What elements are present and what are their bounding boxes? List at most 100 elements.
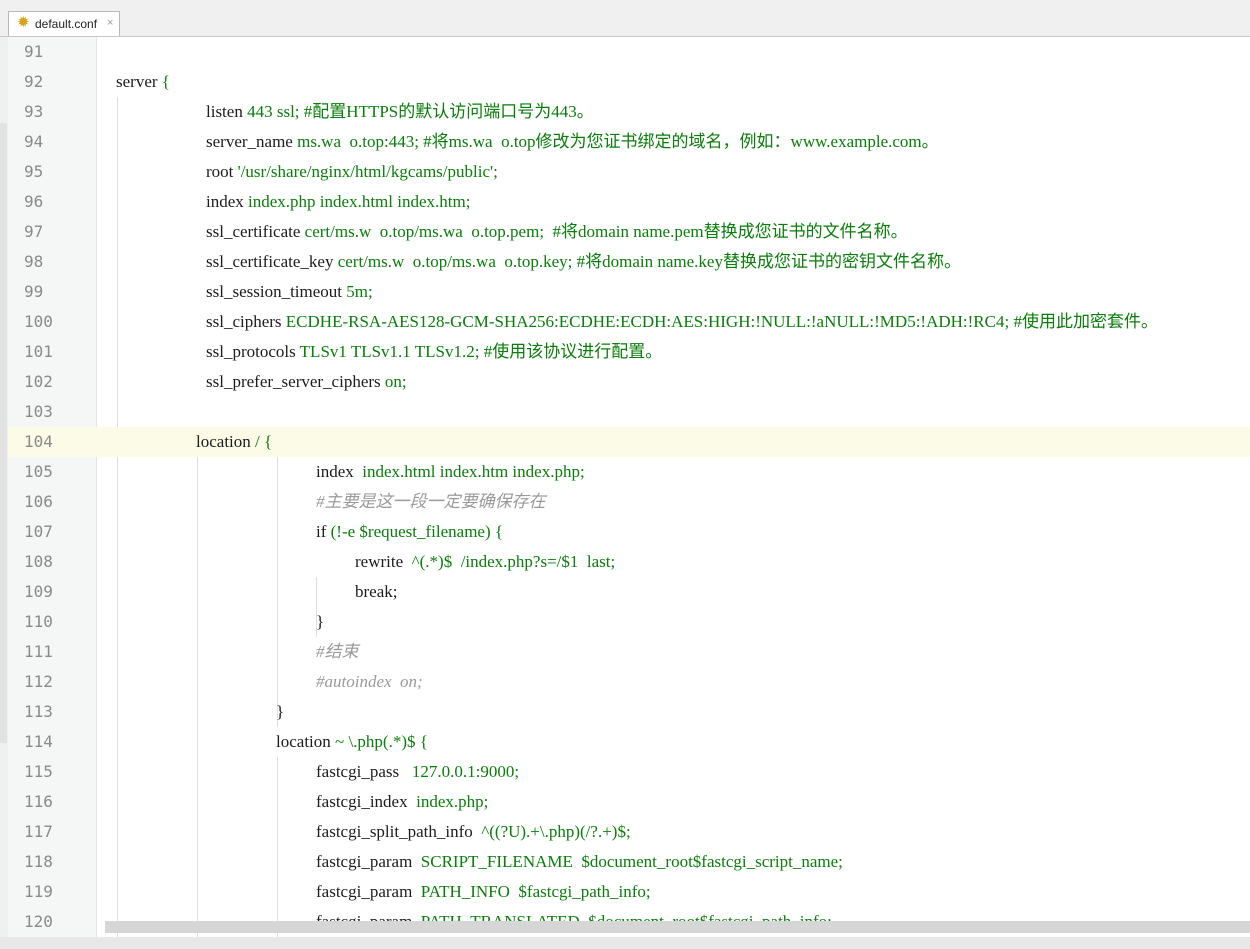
tab-default-conf[interactable]: ✹ default.conf × [8, 11, 120, 36]
value: 5m; [346, 282, 373, 301]
tab-label: default.conf [35, 17, 98, 31]
directive: ssl_certificate [206, 222, 305, 241]
code-line[interactable]: 117 fastcgi_split_path_info ^((?U).+\.php… [8, 817, 1250, 847]
line-number: 113 [24, 702, 53, 721]
directive: index [316, 462, 363, 481]
code-text: #autoindex on; [316, 667, 423, 697]
value: index.php index.html index.htm; [248, 192, 471, 211]
directive: listen [206, 102, 248, 121]
code-text: fastcgi_split_path_info ^((?U).+\.php)(/… [316, 817, 631, 847]
code-line[interactable]: 98 ssl_certificate_key cert/ms.w o.top/ms… [8, 247, 1250, 277]
code-line[interactable]: 92 server { [8, 67, 1250, 97]
value: on; [384, 372, 407, 391]
code-line[interactable]: 106 #主要是这一段一定要确保存在 [8, 487, 1250, 517]
directive: ssl_session_timeout [206, 282, 347, 301]
line-number: 117 [24, 822, 53, 841]
code-line[interactable]: 108 rewrite ^(.*)$ /index.php?s=/$1 last; [8, 547, 1250, 577]
code-line[interactable]: 116 fastcgi_index index.php; [8, 787, 1250, 817]
value: ms.wa o.top:443; #将ms.wa o.top修改为您证书绑定的域… [297, 132, 939, 151]
comment: #主要是这一段一定要确保存在 [316, 492, 546, 511]
code-text: #主要是这一段一定要确保存在 [316, 487, 546, 517]
code-editor[interactable]: 91 92 server {93 listen 443 ssl; #配置HTTPS的默… [8, 37, 1250, 937]
code-line[interactable]: 93 listen 443 ssl; #配置HTTPS的默认访问端口号为443。 [8, 97, 1250, 127]
comment: #autoindex on; [316, 672, 423, 691]
directive: fastcgi_index [316, 792, 417, 811]
code-line[interactable]: 100 ssl_ciphers ECDHE-RSA-AES128-GCM-SHA2… [8, 307, 1250, 337]
value: index.html index.htm index.php; [362, 462, 585, 481]
code-line[interactable]: 99 ssl_session_timeout 5m; [8, 277, 1250, 307]
code-line[interactable]: 103 [8, 397, 1250, 427]
horizontal-scrollbar[interactable] [0, 921, 1250, 949]
line-number: 101 [24, 342, 53, 361]
code-line[interactable]: 91 [8, 37, 1250, 67]
code-text: ssl_prefer_server_ciphers on; [206, 367, 407, 397]
close-icon[interactable]: × [107, 17, 113, 29]
line-number: 95 [24, 162, 44, 181]
code-line[interactable]: 114 location ~ \.php(.*)$ { [8, 727, 1250, 757]
directive: index [206, 192, 249, 211]
code-line[interactable]: 119 fastcgi_param PATH_INFO $fastcgi_path… [8, 877, 1250, 907]
code-line[interactable]: 110} [8, 607, 1250, 637]
code-line[interactable]: 112 #autoindex on; [8, 667, 1250, 697]
value: ~ \.php(.*)$ { [335, 732, 428, 751]
line-number: 114 [24, 732, 53, 751]
line-number: 109 [24, 582, 53, 601]
code-text: index index.html index.htm index.php; [316, 457, 585, 487]
value: PATH_INFO $fastcgi_path_info; [420, 882, 651, 901]
directive: if [316, 522, 331, 541]
code-text: root '/usr/share/nginx/html/kgcams/publi… [206, 157, 498, 187]
comment: #结束 [316, 642, 359, 661]
directive: ssl_certificate_key [206, 252, 338, 271]
code-text: } [276, 697, 284, 727]
code-line[interactable]: 102 ssl_prefer_server_ciphers on; [8, 367, 1250, 397]
code-line[interactable]: 95 root '/usr/share/nginx/html/kgcams/pub… [8, 157, 1250, 187]
line-number: 112 [24, 672, 53, 691]
code-text: if (!-e $request_filename) { [316, 517, 503, 547]
line-number: 96 [24, 192, 44, 211]
code-text: ssl_certificate_key cert/ms.w o.top/ms.w… [206, 247, 961, 277]
line-number: 120 [24, 912, 53, 931]
code-text: location / { [196, 427, 272, 457]
code-line[interactable]: 111 #结束 [8, 637, 1250, 667]
code-line[interactable]: 118 fastcgi_param SCRIPT_FILENAME $docume… [8, 847, 1250, 877]
code-line[interactable]: 104 location / { [8, 427, 1250, 457]
code-text: ssl_ciphers ECDHE-RSA-AES128-GCM-SHA256:… [206, 307, 1158, 337]
line-number: 111 [24, 642, 53, 661]
code-line[interactable]: 97 ssl_certificate cert/ms.w o.top/ms.wa … [8, 217, 1250, 247]
code-line[interactable]: 94 server_name ms.wa o.top:443; #将ms.wa o… [8, 127, 1250, 157]
code-line[interactable]: 105 index index.html index.htm index.php; [8, 457, 1250, 487]
code-text: break; [355, 577, 397, 607]
code-line[interactable]: 101 ssl_protocols TLSv1 TLSv1.1 TLSv1.2; … [8, 337, 1250, 367]
code-text: server { [116, 67, 170, 97]
title-strip [0, 0, 1250, 8]
line-number: 110 [24, 612, 53, 631]
line-number: 102 [24, 372, 53, 391]
scrollbar-thumb[interactable] [105, 921, 1250, 933]
value: '/usr/share/nginx/html/kgcams/public'; [237, 162, 498, 181]
line-number: 92 [24, 72, 44, 91]
code-line[interactable]: 109 break; [8, 577, 1250, 607]
code-line[interactable]: 113} [8, 697, 1250, 727]
code-line[interactable]: 96 index index.php index.html index.htm; [8, 187, 1250, 217]
line-number: 103 [24, 402, 53, 421]
line-number: 99 [24, 282, 44, 301]
directive: fastcgi_param [316, 852, 421, 871]
value: TLSv1 TLSv1.1 TLSv1.2; #使用该协议进行配置。 [299, 342, 663, 361]
code-text: fastcgi_index index.php; [316, 787, 488, 817]
line-number: 108 [24, 552, 53, 571]
code-text: fastcgi_param PATH_INFO $fastcgi_path_in… [316, 877, 651, 907]
line-number: 106 [24, 492, 53, 511]
code-text: #结束 [316, 637, 359, 667]
code-line[interactable]: 115 fastcgi_pass 127.0.0.1:9000; [8, 757, 1250, 787]
directive: location [276, 732, 336, 751]
code-text: ssl_protocols TLSv1 TLSv1.1 TLSv1.2; #使用… [206, 337, 662, 367]
value: ^(.*)$ /index.php?s=/$1 last; [411, 552, 616, 571]
value: { [161, 72, 170, 91]
value: (!-e $request_filename) { [330, 522, 504, 541]
code-line[interactable]: 107 if (!-e $request_filename) { [8, 517, 1250, 547]
line-number: 118 [24, 852, 53, 871]
directive: ssl_ciphers [206, 312, 286, 331]
tab-bar: ✹ default.conf × [0, 8, 1250, 37]
directive: server_name [206, 132, 298, 151]
code-text: listen 443 ssl; #配置HTTPS的默认访问端口号为443。 [206, 97, 594, 127]
